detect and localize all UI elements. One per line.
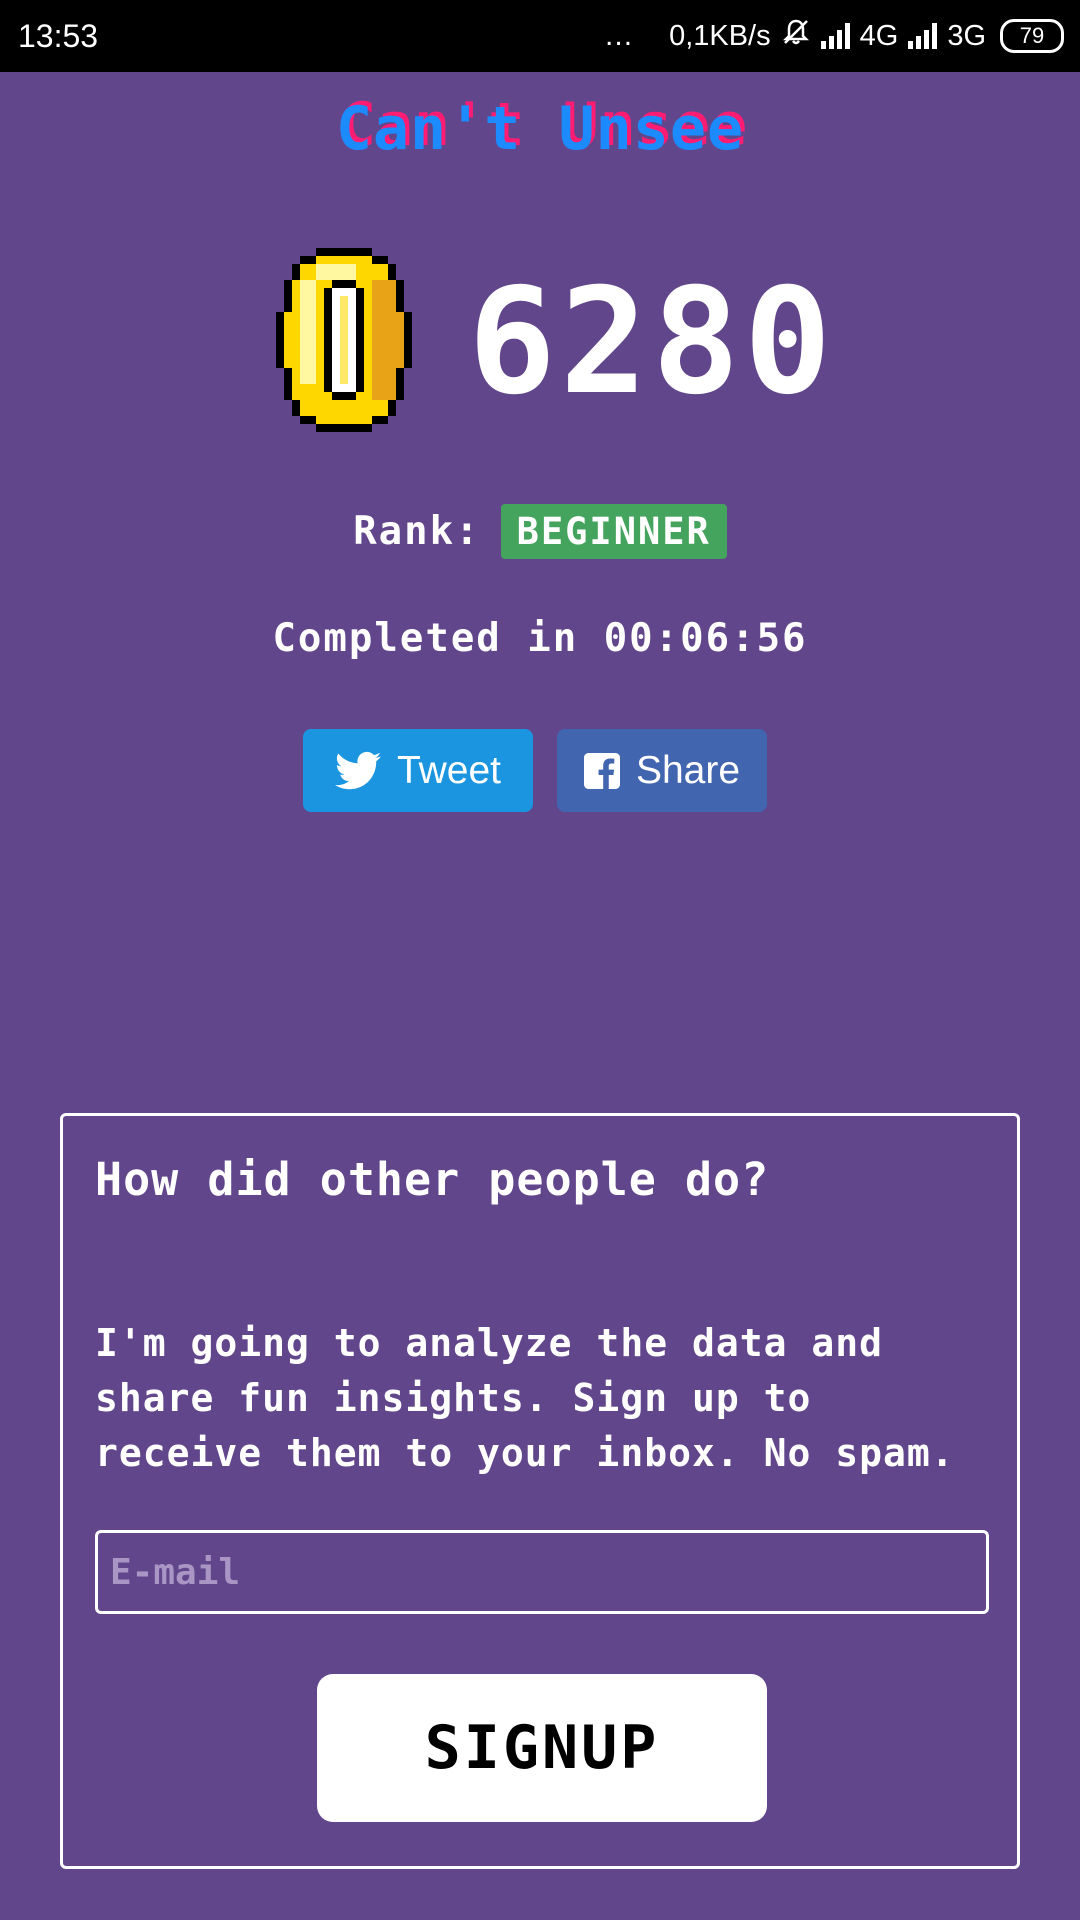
coin-icon	[276, 248, 412, 432]
score-value: 6280	[468, 257, 836, 427]
email-field[interactable]	[95, 1530, 989, 1614]
facebook-share-button[interactable]: Share	[557, 729, 767, 812]
rank-label: Rank:	[353, 509, 481, 554]
tweet-label: Tweet	[396, 748, 502, 792]
rank-row: Rank: BEGINNER	[0, 504, 1080, 559]
battery-icon: 79	[1000, 19, 1064, 53]
status-icons: ... 0,1KB/s 4G 3G 79	[605, 14, 1064, 58]
twitter-bird-icon	[334, 751, 381, 789]
network-type-2: 3G	[947, 19, 986, 52]
game-title: Can't Unsee	[335, 94, 745, 164]
completed-time: Completed in 00:06:56	[272, 616, 808, 661]
signal-icon	[820, 23, 850, 49]
signup-panel: How did other people do? I'm going to an…	[60, 1113, 1020, 1869]
network-speed: 0,1KB/s	[669, 19, 771, 52]
signup-description: I'm going to analyze the data and share …	[95, 1321, 955, 1475]
score-row: 6280	[0, 240, 1080, 440]
more-dots: ...	[605, 19, 634, 52]
status-bar: 13:53 ... 0,1KB/s 4G 3G 79	[0, 0, 1080, 72]
rank-badge: BEGINNER	[500, 504, 727, 559]
tweet-button[interactable]: Tweet	[303, 729, 533, 812]
signup-heading: How did other people do?	[95, 1153, 770, 1206]
network-type-1: 4G	[859, 19, 899, 52]
share-buttons: Tweet Share	[0, 729, 1080, 812]
facebook-icon	[583, 752, 620, 789]
signup-button[interactable]: SIGNUP	[317, 1674, 767, 1822]
signal-icon	[908, 23, 938, 49]
status-time: 13:53	[18, 18, 99, 54]
share-label: Share	[635, 748, 741, 792]
mute-bell-icon	[781, 17, 811, 55]
